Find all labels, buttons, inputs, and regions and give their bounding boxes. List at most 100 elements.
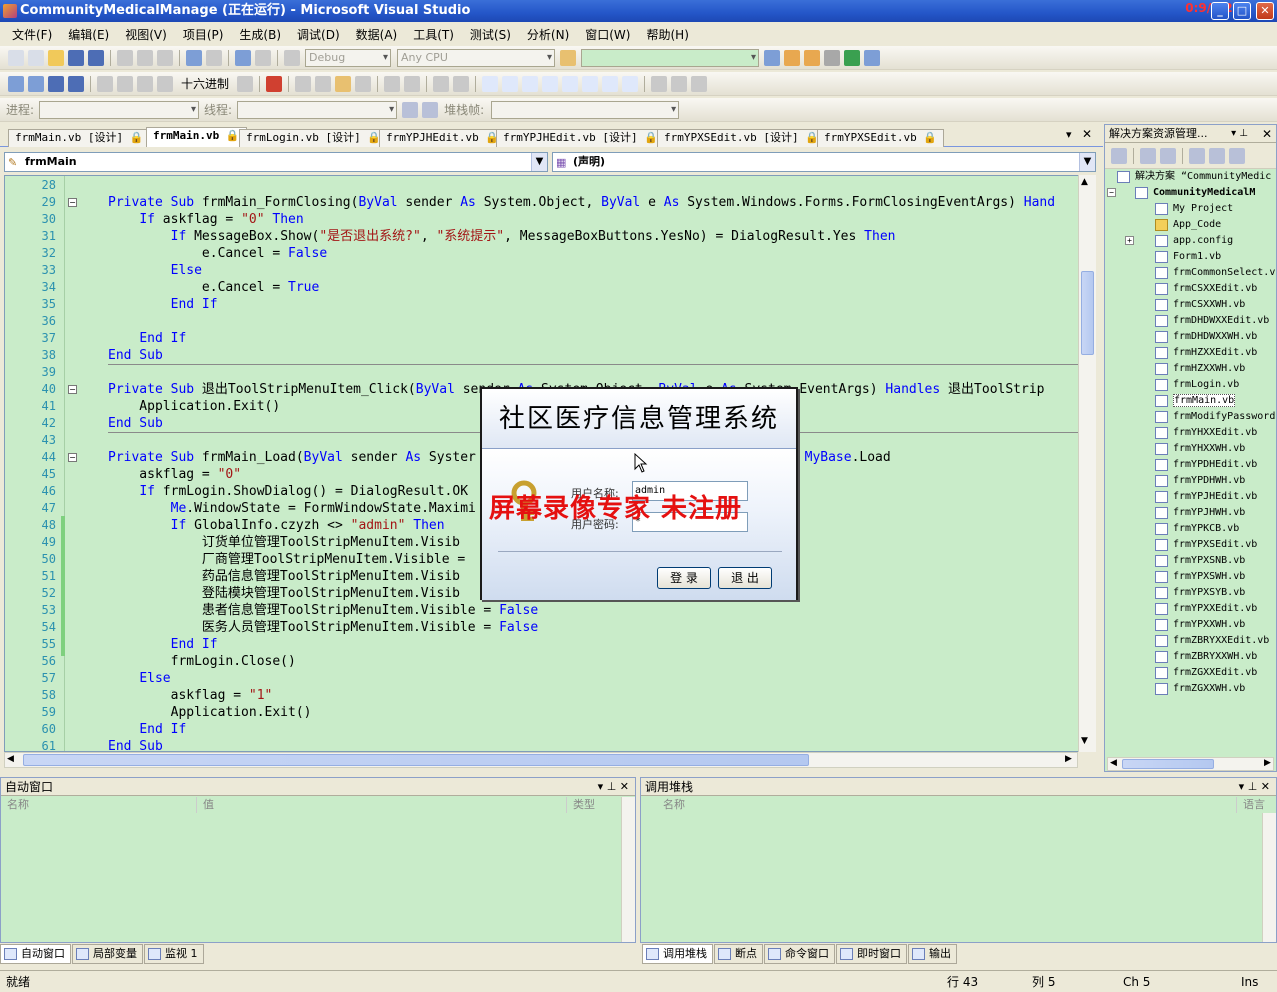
scroll-right-icon[interactable]: ▶ [1065, 754, 1072, 764]
continue-icon[interactable] [8, 75, 24, 92]
solution-item[interactable]: frmZBRYXXEdit.vb [1155, 633, 1269, 649]
solution-scroll-thumb[interactable] [1122, 759, 1214, 769]
solution-config-combo[interactable]: Debug [305, 48, 391, 67]
object-browser-icon[interactable] [804, 49, 820, 66]
debug-tab-3[interactable]: 即时窗口 [836, 944, 907, 964]
redo-icon[interactable] [206, 49, 222, 66]
solution-item[interactable]: frmModifyPassword [1155, 409, 1275, 425]
solution-item[interactable]: Form1.vb [1155, 249, 1221, 265]
properties-icon[interactable] [1111, 147, 1127, 164]
restart-icon[interactable] [68, 75, 84, 92]
panel-controls-icon[interactable]: ▾ ⊥ ✕ [598, 778, 629, 796]
debug-tab-4[interactable]: 输出 [908, 944, 957, 964]
properties-icon[interactable] [784, 49, 800, 66]
solution-item[interactable]: frmHZXXEdit.vb [1155, 345, 1257, 361]
menu-item-4[interactable]: 生成(B) [231, 26, 289, 43]
indent-icon[interactable] [404, 75, 421, 92]
bookmark-icon-8[interactable] [622, 75, 639, 92]
stack-frame-combo[interactable] [491, 100, 680, 119]
menu-item-11[interactable]: 帮助(H) [638, 26, 696, 43]
solution-item[interactable]: frmZGXXWH.vb [1155, 681, 1245, 697]
save-all-icon[interactable] [88, 49, 104, 66]
tree-expander-icon[interactable]: − [1107, 188, 1116, 197]
debug-tab-0[interactable]: 调用堆栈 [642, 944, 713, 964]
text-edit-icon-3[interactable] [335, 75, 352, 92]
uncomment-icon[interactable] [453, 75, 470, 92]
view-code-icon[interactable] [1189, 147, 1205, 164]
solution-item[interactable]: frmYPKCB.vb [1155, 521, 1239, 537]
solution-item[interactable]: frmYHXXWH.vb [1155, 441, 1245, 457]
start-debug-icon[interactable] [284, 49, 300, 66]
solution-item[interactable]: frmZBRYXXWH.vb [1155, 649, 1257, 665]
cut-icon[interactable] [117, 49, 133, 66]
menu-item-9[interactable]: 分析(N) [519, 26, 577, 43]
bookmark-icon-5[interactable] [562, 75, 579, 92]
tab-frmmain-design[interactable]: frmMain.vb [设计] 🔒 [8, 129, 151, 147]
solution-item[interactable]: frmMain.vb [1155, 393, 1236, 409]
solution-item[interactable]: frmYHXXEdit.vb [1155, 425, 1257, 441]
call-stack-column-language[interactable]: 语言 [1237, 797, 1277, 813]
solution-item[interactable]: My Project [1155, 201, 1233, 217]
solution-item[interactable]: frmYPXXWH.vb [1155, 617, 1245, 633]
solution-item[interactable]: CommunityMedicalM [1135, 185, 1255, 201]
solution-item[interactable]: frmHZXXWH.vb [1155, 361, 1245, 377]
text-edit-icon-2[interactable] [315, 75, 332, 92]
start-page-icon[interactable] [844, 49, 860, 66]
scroll-left-icon[interactable]: ◀ [7, 754, 14, 764]
find-combo[interactable] [581, 48, 759, 67]
solution-item[interactable]: frmYPXSYB.vb [1155, 585, 1245, 601]
hex-display-toggle[interactable]: 十六进制 [181, 75, 229, 92]
autos-column-name[interactable]: 名称 [1, 797, 197, 813]
solution-item[interactable]: frmZGXXEdit.vb [1155, 665, 1257, 681]
step-over-icon[interactable] [137, 75, 153, 92]
solution-item[interactable]: App_Code [1155, 217, 1221, 233]
tab-frmlogin-design[interactable]: frmLogin.vb [设计] 🔒 [239, 129, 389, 147]
debug-tab-2[interactable]: 命令窗口 [764, 944, 835, 964]
text-edit-icon-4[interactable] [355, 75, 372, 92]
menu-item-5[interactable]: 调试(D) [289, 26, 348, 43]
stop-debug-icon[interactable] [48, 75, 64, 92]
autos-tab-0[interactable]: 自动窗口 [0, 944, 71, 964]
navigate-forward-icon[interactable] [255, 49, 271, 66]
step-into-icon[interactable] [117, 75, 133, 92]
tree-expander-icon[interactable]: + [1125, 236, 1134, 245]
close-document-icon[interactable]: ✕ [1082, 127, 1092, 141]
solution-item[interactable]: frmYPXSWH.vb [1155, 569, 1245, 585]
thread-filter-icon[interactable] [422, 101, 439, 118]
minimize-button[interactable]: _ [1211, 2, 1229, 20]
open-icon[interactable] [48, 49, 64, 66]
menu-item-6[interactable]: 数据(A) [348, 26, 406, 43]
call-stack-scrollbar[interactable] [1262, 813, 1276, 942]
layout-icon-2[interactable] [671, 75, 688, 92]
debug-tab-1[interactable]: 断点 [714, 944, 763, 964]
step-out-icon[interactable] [157, 75, 173, 92]
solution-item[interactable]: 解决方案 “CommunityMedic [1117, 169, 1271, 185]
undo-icon[interactable] [186, 49, 202, 66]
horizontal-scroll-thumb[interactable] [23, 754, 809, 766]
outdent-icon[interactable] [384, 75, 401, 92]
breakpoint-window-icon[interactable] [266, 75, 283, 92]
refresh-icon[interactable] [1160, 147, 1176, 164]
exit-button[interactable]: 退 出 [718, 567, 772, 589]
pin-icon[interactable]: ▾ ⊥ [1231, 125, 1248, 143]
tab-list-dropdown-icon[interactable]: ▾ [1066, 128, 1072, 141]
close-panel-icon[interactable]: ✕ [1262, 125, 1272, 143]
new-project-icon[interactable] [8, 49, 24, 66]
menu-item-8[interactable]: 测试(S) [462, 26, 519, 43]
solution-explorer-icon[interactable] [764, 49, 780, 66]
show-all-files-icon[interactable] [1140, 147, 1156, 164]
breakpoints-icon[interactable] [237, 75, 254, 92]
thread-combo[interactable] [237, 100, 398, 119]
tab-frmypjhedit-code[interactable]: frmYPJHEdit.vb 🔒 [379, 129, 507, 147]
view-designer-icon[interactable] [1209, 147, 1225, 164]
solution-item[interactable]: frmLogin.vb [1155, 377, 1239, 393]
solution-platform-combo[interactable]: Any CPU [397, 48, 555, 67]
text-edit-icon-1[interactable] [295, 75, 312, 92]
solution-item[interactable]: app.config [1155, 233, 1233, 249]
close-button[interactable]: ✕ [1256, 2, 1274, 20]
autos-column-type[interactable]: 类型 [567, 797, 623, 813]
menu-item-0[interactable]: 文件(F) [4, 26, 60, 43]
scroll-down-icon[interactable]: ▼ [1081, 736, 1088, 746]
collapse-region-icon[interactable]: − [68, 385, 77, 394]
find-icon[interactable] [560, 49, 576, 66]
